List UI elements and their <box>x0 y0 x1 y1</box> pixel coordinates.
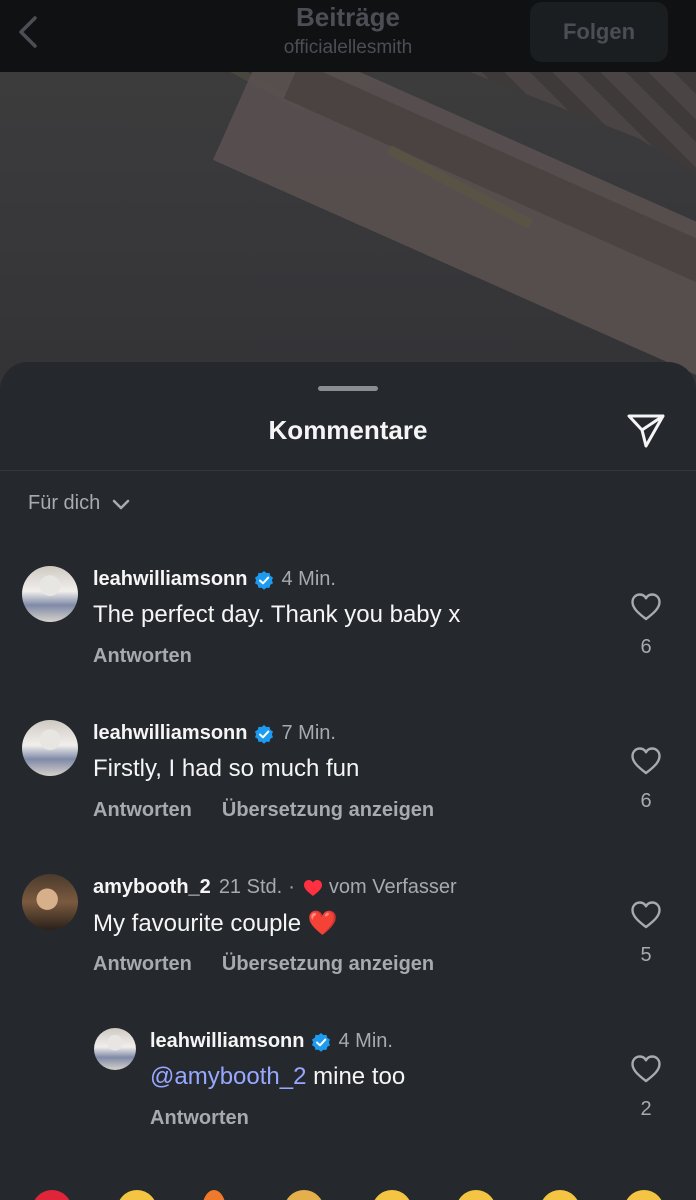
emoji-reaction-bar <box>0 1180 696 1200</box>
comment-meta: amybooth_2 21 Std. · vom Verfasser <box>93 876 457 899</box>
verified-badge-icon <box>312 1032 331 1052</box>
smile-emoji-icon[interactable] <box>117 1190 157 1200</box>
avatar[interactable] <box>22 566 78 622</box>
sheet-grabber[interactable] <box>318 386 378 391</box>
verified-badge-icon <box>255 570 274 590</box>
comment-actions: Antworten <box>150 1107 249 1130</box>
like-button[interactable]: 6 <box>626 746 666 813</box>
like-button[interactable]: 6 <box>626 592 666 659</box>
comment-time: 4 Min. <box>338 1030 393 1052</box>
comment-text: @amybooth_2 mine too <box>150 1063 405 1091</box>
avatar[interactable] <box>94 1028 136 1070</box>
like-count: 2 <box>640 1098 652 1120</box>
author-liked-label: vom Verfasser <box>328 876 457 898</box>
comment-actions: Antworten <box>93 645 192 668</box>
share-button[interactable] <box>624 408 668 452</box>
fire-emoji-icon[interactable] <box>202 1190 226 1200</box>
heart-outline-icon <box>631 1055 661 1083</box>
laugh-emoji-icon[interactable] <box>372 1190 412 1200</box>
comment-actions: Antworten Übersetzung anzeigen <box>93 953 434 976</box>
username[interactable]: leahwilliamsonn <box>150 1030 304 1053</box>
reply-button[interactable]: Antworten <box>93 799 192 822</box>
comment-meta: leahwilliamsonn 7 Min. <box>93 722 336 745</box>
clap-emoji-icon[interactable] <box>284 1190 324 1200</box>
divider <box>0 470 696 471</box>
heart-outline-icon <box>631 593 661 621</box>
like-count: 6 <box>640 636 652 658</box>
translate-button[interactable]: Übersetzung anzeigen <box>222 799 434 822</box>
separator: · <box>288 876 295 898</box>
translate-button[interactable]: Übersetzung anzeigen <box>222 953 434 976</box>
username[interactable]: amybooth_2 <box>93 876 211 899</box>
comment-time: 4 Min. <box>281 568 336 590</box>
avatar[interactable] <box>22 874 78 930</box>
comment-time: 21 Std. <box>218 876 283 898</box>
like-count: 6 <box>640 790 652 812</box>
heart-outline-icon <box>631 901 661 929</box>
follow-button[interactable]: Folgen <box>530 2 668 62</box>
username[interactable]: leahwilliamsonn <box>93 568 247 591</box>
reply-button[interactable]: Antworten <box>150 1107 249 1130</box>
mention-link[interactable]: @amybooth_2 <box>150 1063 306 1090</box>
wow-emoji-icon[interactable] <box>540 1190 580 1200</box>
sheet-title: Kommentare <box>268 415 428 445</box>
comment-meta: leahwilliamsonn 4 Min. <box>150 1030 393 1053</box>
filter-dropdown[interactable]: Für dich <box>28 492 132 515</box>
comment-text: My favourite couple ❤️ <box>93 910 338 937</box>
heart-emoji-icon[interactable] <box>32 1190 72 1200</box>
reply-body: mine too <box>306 1063 406 1090</box>
comment-actions: Antworten Übersetzung anzeigen <box>93 799 434 822</box>
chevron-down-icon <box>113 499 130 509</box>
reply-button[interactable]: Antworten <box>93 953 192 976</box>
reply-button[interactable]: Antworten <box>93 645 192 668</box>
comment-time: 7 Min. <box>281 722 336 744</box>
heart-filled-icon <box>303 879 322 896</box>
sad-emoji-icon[interactable] <box>624 1190 664 1200</box>
like-button[interactable]: 5 <box>626 900 666 967</box>
heart-eyes-emoji-icon[interactable] <box>456 1190 496 1200</box>
like-count: 5 <box>640 944 652 966</box>
comment-text: The perfect day. Thank you baby x <box>93 601 461 628</box>
send-icon <box>627 414 665 448</box>
comment-text: Firstly, I had so much fun <box>93 755 360 782</box>
post-photo <box>0 72 696 392</box>
avatar[interactable] <box>22 720 78 776</box>
comment-meta: leahwilliamsonn 4 Min. <box>93 568 336 591</box>
verified-badge-icon <box>255 724 274 744</box>
heart-outline-icon <box>631 747 661 775</box>
like-button[interactable]: 2 <box>626 1054 666 1121</box>
top-bar: Beiträge officialellesmith Folgen <box>0 0 696 72</box>
filter-label: Für dich <box>28 492 101 514</box>
username[interactable]: leahwilliamsonn <box>93 722 247 745</box>
comments-sheet: Kommentare Für dich leahwilliamsonn 4 Mi… <box>0 362 696 1200</box>
